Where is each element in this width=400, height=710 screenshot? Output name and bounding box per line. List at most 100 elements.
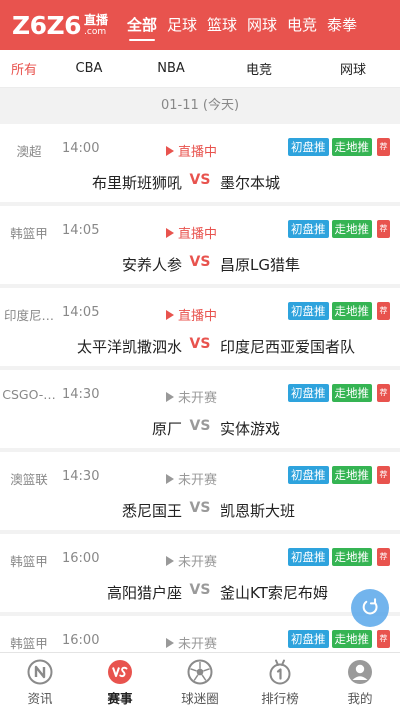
opening-tip-tag[interactable]: 初盘推 xyxy=(288,630,329,648)
opening-tip-tag[interactable]: 初盘推 xyxy=(288,466,329,484)
live-tip-tag[interactable]: 走地推 xyxy=(331,302,372,320)
live-status: 直播中 xyxy=(166,223,217,242)
home-team: 悉尼国王 xyxy=(121,502,182,520)
vs-label: VS xyxy=(189,172,211,188)
home-team: 原厂 xyxy=(151,420,182,438)
logo-subtext: 直播 xyxy=(84,12,109,27)
tab-football[interactable]: 足球 xyxy=(162,0,202,50)
live-status: 直播中 xyxy=(166,141,217,160)
refresh-icon xyxy=(362,598,378,615)
home-team: 高阳猎户座 xyxy=(106,584,182,602)
ranking-icon xyxy=(269,659,291,685)
league-name: 印度尼… xyxy=(3,308,54,323)
vs-icon xyxy=(108,660,132,684)
logo[interactable]: Z6Z6 直播 .com xyxy=(0,0,122,50)
play-icon xyxy=(166,145,174,156)
nav-fan-circle[interactable]: 球迷圈 xyxy=(160,653,240,710)
sport-tabs: 全部 足球 篮球 网球 电竞 泰拳 xyxy=(122,0,362,50)
filter-esports[interactable]: 电竞 xyxy=(212,59,306,78)
play-icon xyxy=(166,309,174,320)
away-team: 昌原LG猎隼 xyxy=(220,256,300,274)
away-team: 实体游戏 xyxy=(220,420,281,438)
away-team: 釜山KT索尼布姆 xyxy=(220,584,328,602)
recommend-tag[interactable]: 荐 xyxy=(377,384,390,402)
opening-tip-tag[interactable]: 初盘推 xyxy=(288,138,329,156)
nav-matches[interactable]: 赛事 xyxy=(80,653,160,710)
recommend-tag[interactable]: 荐 xyxy=(377,630,390,648)
live-tip-tag[interactable]: 走地推 xyxy=(331,466,372,484)
pending-status: 未开赛 xyxy=(166,387,217,406)
tab-tennis[interactable]: 网球 xyxy=(242,0,282,50)
recommend-tag[interactable]: 荐 xyxy=(377,302,390,320)
vs-label: VS xyxy=(189,336,211,352)
nav-news[interactable]: 资讯 xyxy=(0,653,80,710)
live-tip-tag[interactable]: 走地推 xyxy=(331,384,372,402)
ball-icon xyxy=(187,659,213,685)
opening-tip-tag[interactable]: 初盘推 xyxy=(288,302,329,320)
league-name: 韩篮甲 xyxy=(10,226,48,241)
match-time: 16:00 xyxy=(62,551,100,566)
filter-cba[interactable]: CBA xyxy=(48,61,130,76)
live-tip-tag[interactable]: 走地推 xyxy=(331,138,372,156)
nav-profile[interactable]: 我的 xyxy=(320,653,400,710)
match-time: 14:00 xyxy=(62,141,100,156)
opening-tip-tag[interactable]: 初盘推 xyxy=(288,548,329,566)
user-icon xyxy=(348,660,372,684)
play-icon xyxy=(166,473,174,484)
pending-status: 未开赛 xyxy=(166,469,217,488)
match-card[interactable]: 澳超 14:00 直播中 初盘推 走地推 荐 布里斯班狮吼 VS 墨尔本城 xyxy=(0,124,400,202)
match-card[interactable]: 韩篮甲 14:05 直播中 初盘推 走地推 荐 安养人参 VS 昌原LG猎隼 xyxy=(0,206,400,284)
away-team: 墨尔本城 xyxy=(220,174,281,192)
live-status: 直播中 xyxy=(166,305,217,324)
filter-all[interactable]: 所有 xyxy=(0,59,48,78)
match-card[interactable]: 韩篮甲 16:00 未开赛 初盘推 走地推 荐 高阳猎户座 VS 釜山KT索尼布… xyxy=(0,534,400,612)
live-tip-tag[interactable]: 走地推 xyxy=(331,548,372,566)
play-icon xyxy=(166,555,174,566)
vs-label: VS xyxy=(189,254,211,270)
match-card[interactable]: 澳篮联 14:30 未开赛 初盘推 走地推 荐 悉尼国王 VS 凯恩斯大班 xyxy=(0,452,400,530)
pending-status: 未开赛 xyxy=(166,633,217,652)
league-filter-bar: 所有 CBA NBA 电竞 网球 xyxy=(0,50,400,88)
match-time: 14:30 xyxy=(62,469,100,484)
league-name: CSGO-… xyxy=(2,387,56,402)
recommend-tag[interactable]: 荐 xyxy=(377,548,390,566)
match-list: 澳超 14:00 直播中 初盘推 走地推 荐 布里斯班狮吼 VS 墨尔本城 韩篮… xyxy=(0,124,400,698)
match-card[interactable]: CSGO-… 14:30 未开赛 初盘推 走地推 荐 原厂 VS 实体游戏 xyxy=(0,370,400,448)
filter-nba[interactable]: NBA xyxy=(130,61,212,76)
recommend-tag[interactable]: 荐 xyxy=(377,220,390,238)
date-header: 01-11 (今天) xyxy=(0,88,400,124)
home-team: 布里斯班狮吼 xyxy=(91,174,182,192)
vs-label: VS xyxy=(189,418,211,434)
pending-status: 未开赛 xyxy=(166,551,217,570)
logo-text: Z6Z6 xyxy=(12,10,82,40)
tab-all[interactable]: 全部 xyxy=(122,0,162,50)
nav-ranking[interactable]: 排行榜 xyxy=(240,653,320,710)
vs-label: VS xyxy=(189,582,211,598)
play-icon xyxy=(166,227,174,238)
home-team: 太平洋凯撒泗水 xyxy=(76,338,182,356)
opening-tip-tag[interactable]: 初盘推 xyxy=(288,384,329,402)
play-icon xyxy=(166,391,174,402)
league-name: 韩篮甲 xyxy=(10,636,48,651)
tab-basketball[interactable]: 篮球 xyxy=(202,0,242,50)
filter-tennis[interactable]: 网球 xyxy=(306,59,400,78)
match-time: 14:05 xyxy=(62,305,100,320)
opening-tip-tag[interactable]: 初盘推 xyxy=(288,220,329,238)
logo-domain: .com xyxy=(84,26,107,37)
tab-esports[interactable]: 电竞 xyxy=(282,0,322,50)
match-card[interactable]: 印度尼… 14:05 直播中 初盘推 走地推 荐 太平洋凯撒泗水 VS 印度尼西… xyxy=(0,288,400,366)
match-time: 14:30 xyxy=(62,387,100,402)
live-tip-tag[interactable]: 走地推 xyxy=(331,630,372,648)
home-team: 安养人参 xyxy=(121,256,182,274)
bottom-nav: 资讯 赛事 球迷圈 排行榜 我的 xyxy=(0,652,400,710)
recommend-tag[interactable]: 荐 xyxy=(377,138,390,156)
league-name: 澳超 xyxy=(16,144,42,159)
recommend-tag[interactable]: 荐 xyxy=(377,466,390,484)
match-time: 16:00 xyxy=(62,633,100,648)
news-icon xyxy=(27,659,53,685)
league-name: 澳篮联 xyxy=(10,472,48,487)
tab-muay-thai[interactable]: 泰拳 xyxy=(322,0,362,50)
vs-label: VS xyxy=(189,500,211,516)
live-tip-tag[interactable]: 走地推 xyxy=(331,220,372,238)
refresh-button[interactable] xyxy=(351,589,389,627)
